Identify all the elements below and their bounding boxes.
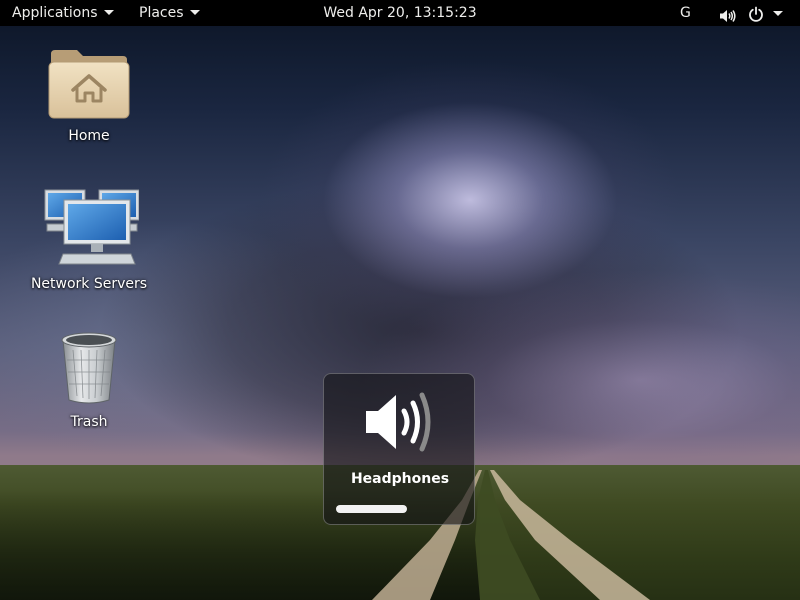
osd-output-device-label: Headphones: [350, 471, 450, 487]
applications-chevron-down-icon: [103, 9, 114, 15]
network-servers-icon: [44, 189, 140, 265]
home-folder-icon: [48, 50, 130, 119]
clock-button[interactable]: Wed Apr 20, 13:15:23: [323, 5, 476, 21]
desktop-background[interactable]: Applications Places Wed Apr 20, 13:15:23…: [0, 0, 800, 600]
volume-osd: Headphones: [323, 373, 475, 525]
volume-level-fill: [336, 505, 407, 513]
speaker-volume-icon: [366, 392, 431, 452]
trash-icon: [61, 332, 117, 404]
speaker-volume-icon[interactable]: [719, 6, 737, 22]
power-icon[interactable]: [748, 5, 764, 22]
applications-menu[interactable]: Applications: [12, 0, 114, 26]
system-menu-chevron-down-icon[interactable]: [773, 11, 783, 17]
places-menu-label: Places: [139, 5, 184, 21]
desktop-icon-label: Home: [68, 128, 110, 144]
places-menu[interactable]: Places: [139, 0, 200, 26]
places-chevron-down-icon: [189, 9, 200, 15]
top-bar: Applications Places Wed Apr 20, 13:15:23…: [0, 0, 800, 26]
applications-menu-label: Applications: [12, 5, 98, 21]
desktop-icon-label: Trash: [70, 414, 108, 430]
desktop-icon-trash[interactable]: Trash: [9, 330, 169, 430]
input-method-indicator[interactable]: G: [680, 0, 691, 26]
volume-level-bar: [336, 505, 462, 513]
desktop-icon-home[interactable]: Home: [9, 46, 169, 144]
desktop-icon-network-servers[interactable]: Network Servers: [9, 186, 169, 292]
desktop-icon-label: Network Servers: [30, 276, 148, 292]
chevron-down-icon: [773, 11, 783, 16]
